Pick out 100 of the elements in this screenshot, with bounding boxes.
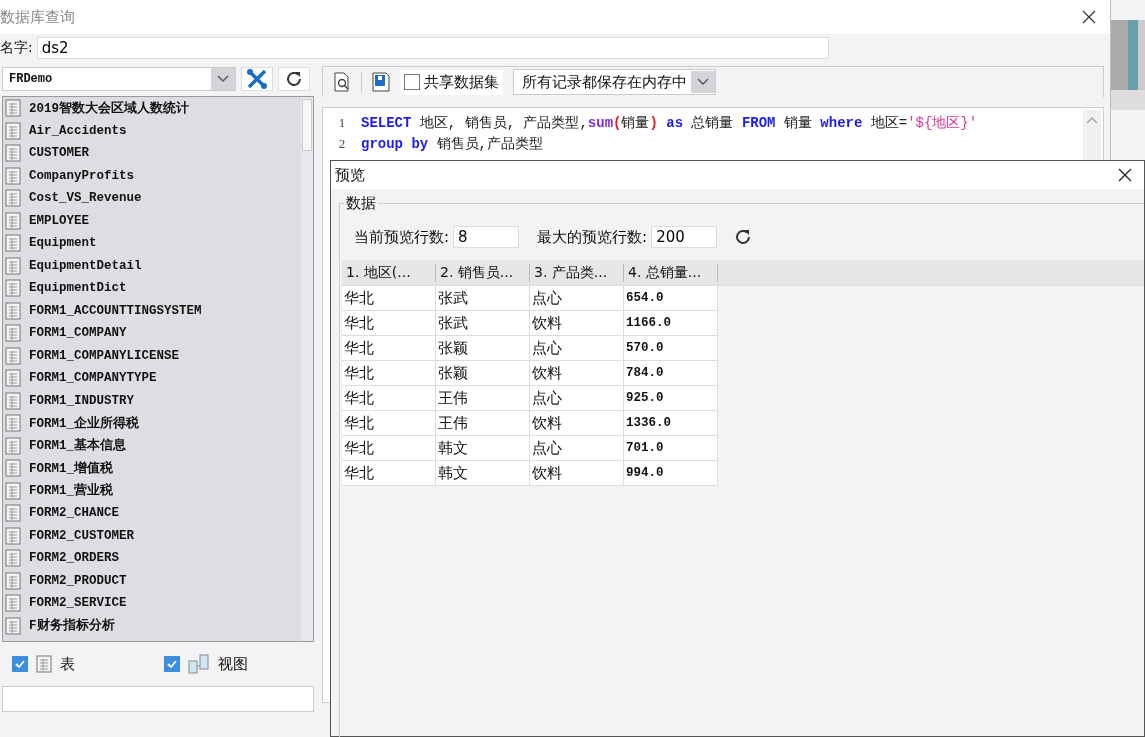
wrench-icon	[246, 68, 268, 90]
column-header[interactable]: 2. 销售员...	[436, 263, 530, 282]
column-header[interactable]: 4. 总销量...	[624, 263, 718, 282]
table-name[interactable]: FORM1_基本信息	[29, 437, 126, 455]
max-rows-label: 最大的预览行数:	[537, 227, 648, 247]
table-cell: 点心	[530, 386, 624, 411]
table-icon	[5, 166, 21, 185]
window-title: 数据库查询	[0, 7, 75, 27]
table-name[interactable]: FORM1_COMPANYTYPE	[29, 371, 157, 386]
table-cell: 华北	[342, 361, 436, 386]
close-icon[interactable]	[1082, 10, 1096, 24]
table-icon	[5, 594, 21, 613]
table-icon	[5, 481, 21, 500]
table-name[interactable]: CUSTOMER	[29, 146, 89, 161]
table-cell: 张武	[436, 311, 530, 336]
table-name[interactable]: CompanyProfits	[29, 168, 135, 183]
table-name[interactable]: FORM2_CUSTOMER	[29, 528, 135, 543]
search-field[interactable]	[2, 686, 314, 712]
table-icon	[5, 526, 21, 545]
table-icon	[5, 256, 21, 275]
table-name[interactable]: FORM1_COMPANY	[29, 326, 127, 341]
storage-dropdown[interactable]: 所有记录都保存在内存中	[513, 69, 716, 95]
column-header[interactable]: 1. 地区(...	[342, 263, 436, 282]
table-name[interactable]: F财务指标分析	[29, 617, 115, 635]
tools-button[interactable]	[241, 67, 273, 91]
table-icon	[5, 324, 21, 343]
table-cell: 654.0	[624, 286, 718, 311]
table-name[interactable]: FORM1_增值税	[29, 459, 113, 477]
name-label: 名字:	[0, 39, 33, 57]
table-cell: 张颖	[436, 336, 530, 361]
refresh-button[interactable]	[278, 67, 310, 91]
checkbox[interactable]	[404, 74, 420, 90]
table-name[interactable]: FORM1_INDUSTRY	[29, 393, 135, 408]
max-rows-field[interactable]: 200	[651, 226, 718, 248]
table-icon	[5, 346, 21, 365]
table-name[interactable]: Air_Accidents	[29, 123, 127, 138]
table-cell: 华北	[342, 386, 436, 411]
filter-label: 视图	[218, 654, 248, 674]
connection-dropdown[interactable]: FRDemo	[2, 67, 236, 91]
view-icon	[188, 654, 210, 674]
name-field[interactable]: ds2	[36, 37, 829, 59]
table-icon	[5, 414, 21, 433]
table-cell: 王伟	[436, 411, 530, 436]
column-header[interactable]: 3. 产品类...	[530, 263, 624, 282]
table-icon	[5, 436, 21, 455]
table-cell: 点心	[530, 436, 624, 461]
table-cell: 饮料	[530, 461, 624, 486]
table-name[interactable]: FORM1_ACCOUNTTINGSYSTEM	[29, 303, 202, 318]
table-name[interactable]: FORM2_PRODUCT	[29, 573, 127, 588]
table-icon	[5, 144, 21, 163]
table-cell: 784.0	[624, 361, 718, 386]
table-name[interactable]: EquipmentDict	[29, 281, 127, 296]
table-name[interactable]: FORM2_SERVICE	[29, 596, 127, 611]
save-icon[interactable]	[372, 72, 390, 92]
preview-icon[interactable]	[333, 72, 351, 92]
checkbox[interactable]	[164, 656, 180, 672]
share-dataset-label: 共享数据集	[424, 72, 499, 92]
table-name[interactable]: FORM1_企业所得税	[29, 414, 139, 432]
table-cell: 1166.0	[624, 311, 718, 336]
table-cell: 701.0	[624, 436, 718, 461]
table-cell: 994.0	[624, 461, 718, 486]
table-icon	[5, 369, 21, 388]
table-name[interactable]: FORM1_COMPANYLICENSE	[29, 348, 180, 363]
table-name[interactable]: Equipment	[29, 236, 97, 251]
table-cell: 点心	[530, 286, 624, 311]
table-name[interactable]: FORM1_营业税	[29, 482, 113, 500]
table-cell: 韩文	[436, 436, 530, 461]
table-cell: 张颖	[436, 361, 530, 386]
table-cell: 华北	[342, 461, 436, 486]
table-cell: 华北	[342, 336, 436, 361]
table-icon	[5, 504, 21, 523]
line-number: 1	[337, 114, 347, 131]
table-name[interactable]: EquipmentDetail	[29, 258, 142, 273]
line-number: 2	[337, 135, 347, 152]
table-name[interactable]: EMPLOYEE	[29, 213, 89, 228]
table-cell: 张武	[436, 286, 530, 311]
table-icon	[5, 549, 21, 568]
table-cell: 饮料	[530, 361, 624, 386]
caret-icon	[217, 75, 229, 83]
table-icon	[5, 234, 21, 253]
current-rows-field[interactable]: 8	[453, 226, 520, 248]
scrollbar-thumb[interactable]	[302, 99, 312, 151]
table-cell: 570.0	[624, 336, 718, 361]
table-cell: 华北	[342, 411, 436, 436]
table-icon	[5, 301, 21, 320]
table-name[interactable]: FORM2_CHANCE	[29, 506, 119, 521]
table-icon	[5, 121, 21, 140]
close-icon[interactable]	[1118, 168, 1132, 182]
table-cell: 华北	[342, 436, 436, 461]
table-cell: 华北	[342, 311, 436, 336]
table-cell: 饮料	[530, 311, 624, 336]
table-cell: 点心	[530, 336, 624, 361]
refresh-icon	[284, 69, 304, 89]
table-name[interactable]: 2019智数大会区域人数统计	[29, 99, 189, 117]
checkbox[interactable]	[12, 656, 28, 672]
table-name[interactable]: FORM2_ORDERS	[29, 551, 119, 566]
table-icon	[5, 459, 21, 478]
table-name[interactable]: Cost_VS_Revenue	[29, 191, 142, 206]
table-cell: 王伟	[436, 386, 530, 411]
table-icon	[5, 189, 21, 208]
